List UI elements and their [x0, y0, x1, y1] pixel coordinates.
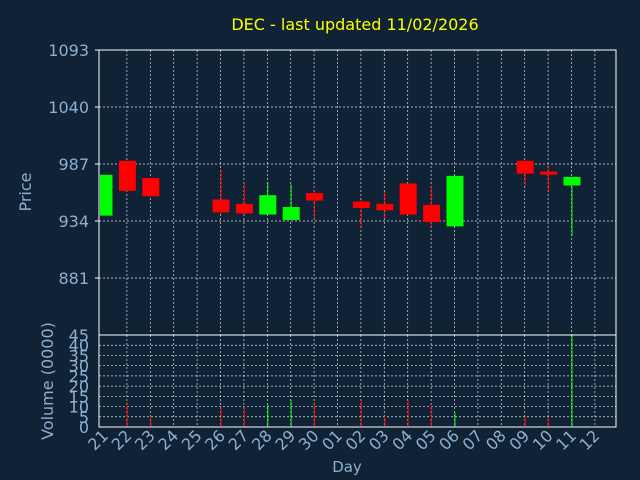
price-y-tick-label: 1040 [48, 98, 89, 117]
candle-body [142, 177, 160, 197]
candlestick [142, 177, 160, 198]
stock-chart: DEC - last updated 11/02/2026 1093 1040 98… [0, 0, 640, 480]
candle-body [540, 171, 558, 175]
volume-axis-label: Volume (0000) [38, 322, 57, 440]
candlestick [118, 160, 136, 191]
candle-body [306, 193, 324, 201]
price-y-tick-label: 934 [58, 212, 89, 231]
candle-body [446, 175, 464, 227]
candlestick [446, 175, 464, 227]
candlestick [100, 174, 113, 216]
x-axis-label: Day [332, 458, 362, 476]
volume-y-tick-label: 0 [79, 418, 89, 437]
candle-body [235, 203, 253, 214]
candle-body [423, 204, 441, 223]
candle-body [352, 201, 370, 209]
candle-body [516, 160, 534, 174]
candle-body [376, 203, 394, 211]
candle-body [100, 174, 113, 216]
price-y-tick-label: 1093 [48, 41, 89, 60]
candlestick [399, 183, 417, 215]
candle-body [212, 199, 230, 213]
candle-body [563, 176, 581, 186]
chart-background [0, 0, 640, 480]
price-y-tick-label: 987 [58, 155, 89, 174]
candle-body [282, 207, 300, 220]
price-y-tick-label: 881 [58, 269, 89, 288]
candle-body [399, 183, 417, 215]
candle-body [259, 195, 277, 215]
price-axis-label: Price [16, 172, 35, 211]
candle-body [118, 160, 136, 191]
chart-title: DEC - last updated 11/02/2026 [231, 15, 478, 34]
